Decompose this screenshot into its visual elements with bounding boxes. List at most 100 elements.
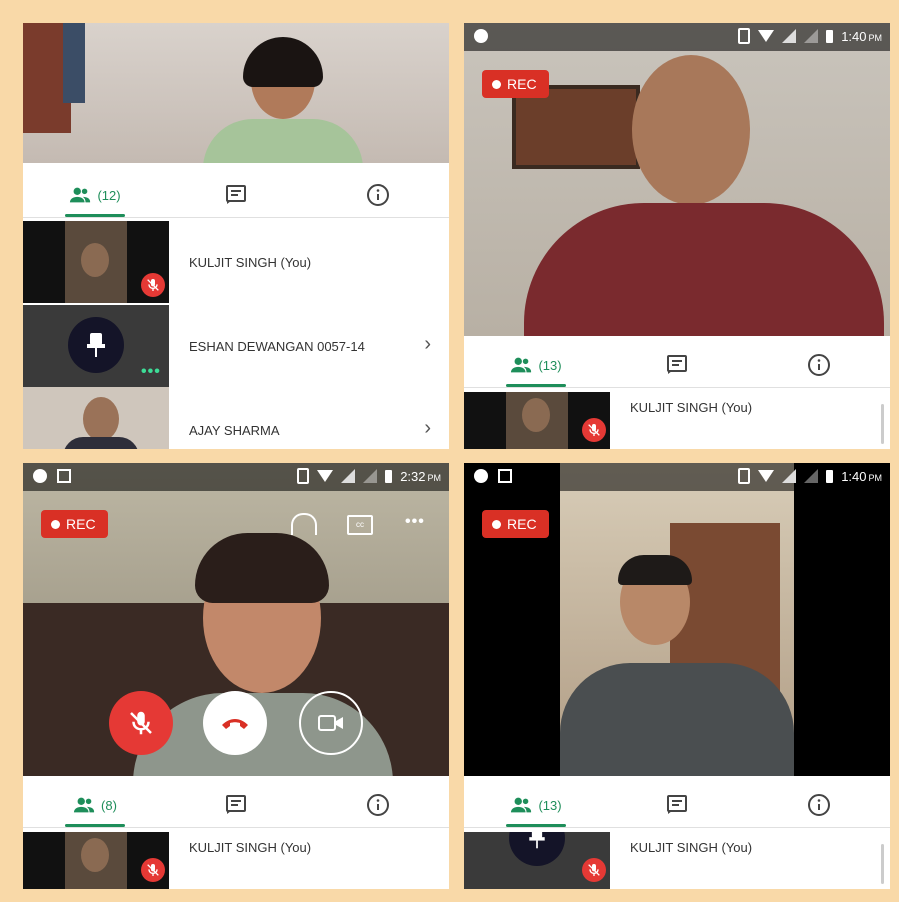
tab-participants[interactable]: (13) [464, 783, 606, 827]
end-call-icon [222, 719, 248, 729]
status-bar: 2:32 PM [23, 463, 449, 491]
signal-empty-icon [363, 469, 378, 483]
mic-off-icon [582, 418, 606, 442]
hangouts-icon [474, 29, 488, 43]
tab-participants[interactable]: (13) [464, 343, 606, 387]
wifi-icon [758, 470, 775, 482]
signal-empty-icon [804, 469, 819, 483]
participant-thumbnail [23, 387, 169, 449]
participant-count: (13) [538, 357, 562, 373]
participant-count: (8) [101, 797, 117, 813]
more-dots: ••• [141, 363, 161, 380]
end-call-button[interactable] [203, 691, 267, 755]
info-icon [366, 793, 390, 817]
participant-name: KULJIT SINGH (You) [630, 840, 753, 855]
headphones-icon[interactable] [291, 513, 317, 535]
tab-chat[interactable] [165, 783, 307, 827]
battery-icon [826, 29, 834, 43]
tab-info[interactable] [748, 343, 890, 387]
vibrate-icon [297, 468, 310, 484]
recording-badge: REC [482, 510, 549, 538]
tab-info[interactable] [748, 783, 890, 827]
captions-icon[interactable]: cc [347, 515, 373, 535]
image-icon [498, 469, 512, 483]
tab-chat[interactable] [606, 343, 748, 387]
status-time: 2:32 PM [400, 468, 441, 484]
pin-icon [509, 832, 565, 866]
active-tab-indicator [506, 824, 566, 827]
video-icon [318, 715, 343, 731]
pin-icon [68, 317, 124, 373]
participant-thumbnail: ••• [23, 305, 169, 387]
hangouts-icon [33, 469, 47, 483]
participant-row[interactable]: ••• ESHAN DEWANGAN 0057-14 › [23, 305, 449, 387]
participant-name: ESHAN DEWANGAN 0057-14 [189, 339, 365, 354]
wifi-icon [317, 470, 334, 482]
vibrate-icon [738, 468, 751, 484]
panel-tabs: (12) [23, 173, 449, 218]
people-icon [67, 184, 93, 206]
participant-name: KULJIT SINGH (You) [189, 255, 312, 270]
participant-row[interactable]: AJAY SHARMA › [23, 387, 449, 449]
panel-tabs: (13) [464, 783, 890, 828]
call-panel-bottom-left: 2:32 PM REC cc ••• (8) KULJIT SINGH (You) [23, 463, 449, 889]
panel-tabs: (13) [464, 343, 890, 388]
chat-icon [224, 793, 248, 817]
chat-icon [665, 353, 689, 377]
participant-row[interactable]: KULJIT SINGH (You) [464, 832, 890, 889]
camera-button[interactable] [299, 691, 363, 755]
battery-icon [385, 469, 393, 483]
participant-name: KULJIT SINGH (You) [630, 400, 753, 415]
signal-icon [782, 469, 797, 483]
status-bar: 1:40 PM [464, 23, 890, 51]
vibrate-icon [738, 28, 751, 44]
mic-off-icon [582, 858, 606, 882]
call-panel-bottom-right: 1:40 PM REC (13) KULJIT SINGH (You) [464, 463, 890, 889]
participant-row[interactable]: KULJIT SINGH (You) [464, 392, 890, 449]
mute-button[interactable] [109, 691, 173, 755]
tab-info[interactable] [307, 783, 449, 827]
active-tab-indicator [506, 384, 566, 387]
status-time: 1:40 PM [841, 468, 882, 484]
chat-icon [224, 183, 248, 207]
recording-badge: REC [482, 70, 549, 98]
participant-video-person [203, 37, 363, 163]
participant-row[interactable]: KULJIT SINGH (You) [23, 221, 449, 303]
battery-icon [826, 469, 834, 483]
signal-icon [341, 469, 356, 483]
active-tab-indicator [65, 214, 125, 217]
participant-video-person [524, 53, 884, 336]
chevron-right-icon[interactable]: › [424, 333, 431, 356]
scrollbar[interactable] [881, 844, 884, 884]
info-icon [807, 793, 831, 817]
signal-empty-icon [804, 29, 819, 43]
people-icon [71, 794, 97, 816]
chevron-right-icon[interactable]: › [424, 417, 431, 440]
status-bar: 1:40 PM [464, 463, 890, 491]
scrollbar[interactable] [881, 404, 884, 444]
mic-off-icon [141, 273, 165, 297]
more-icon[interactable]: ••• [405, 513, 425, 531]
people-icon [508, 354, 534, 376]
info-icon [366, 183, 390, 207]
tab-info[interactable] [307, 173, 449, 217]
panel-tabs: (8) [23, 783, 449, 828]
rec-label: REC [507, 76, 537, 92]
call-panel-top-right: 1:40 PM REC (13) KULJIT SINGH (You) [464, 23, 890, 449]
participant-name: AJAY SHARMA [189, 423, 280, 438]
tab-participants[interactable]: (8) [23, 783, 165, 827]
participant-count: (13) [538, 797, 562, 813]
rec-label: REC [507, 516, 537, 532]
video-feed [23, 23, 449, 163]
mic-off-icon [141, 858, 165, 882]
tab-chat[interactable] [165, 173, 307, 217]
tab-chat[interactable] [606, 783, 748, 827]
participant-count: (12) [97, 187, 121, 203]
hangouts-icon [474, 469, 488, 483]
chat-icon [665, 793, 689, 817]
active-tab-indicator [65, 824, 125, 827]
tab-participants[interactable]: (12) [23, 173, 165, 217]
signal-icon [782, 29, 797, 43]
participant-row[interactable]: KULJIT SINGH (You) [23, 832, 449, 889]
status-time: 1:40 PM [841, 28, 882, 44]
